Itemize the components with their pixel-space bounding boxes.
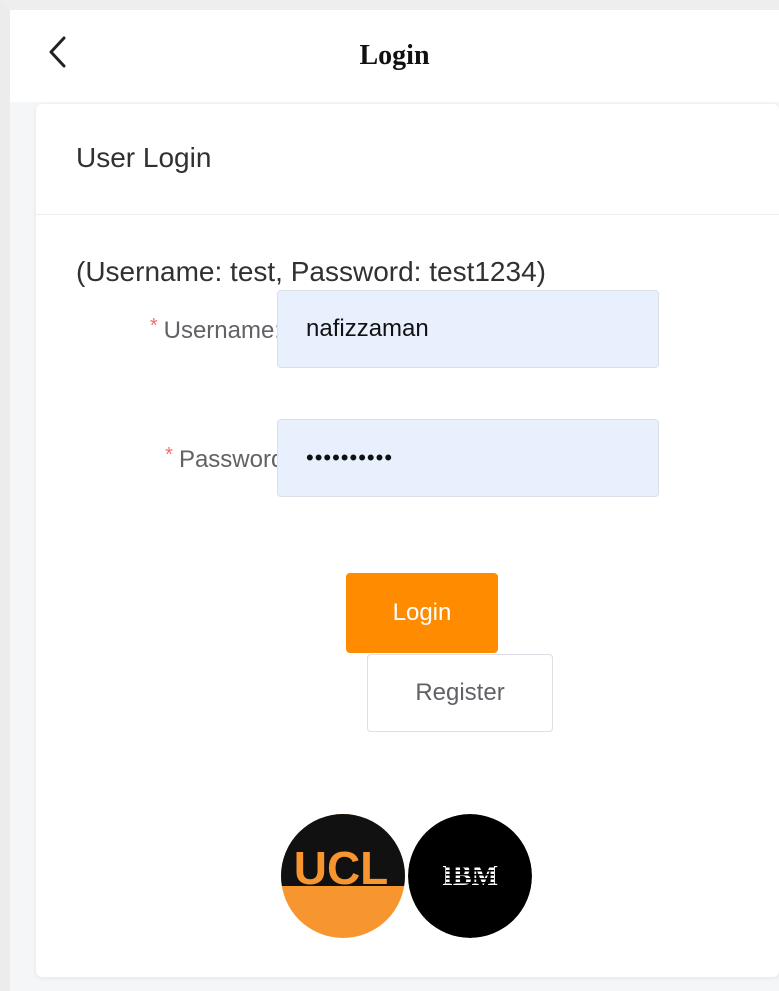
- card-header: User Login: [36, 104, 779, 215]
- login-screen: Login User Login (Username: test, Passwo…: [0, 0, 779, 991]
- ucl-logo: UCL: [281, 814, 405, 938]
- page-title: Login: [359, 40, 430, 71]
- login-card: User Login (Username: test, Password: te…: [36, 104, 779, 977]
- password-input[interactable]: [277, 419, 659, 497]
- username-label: * Username:: [150, 315, 281, 345]
- password-label: * Password:: [165, 444, 291, 474]
- username-label-text: Username:: [163, 317, 281, 344]
- required-mark: *: [149, 315, 158, 337]
- card-title: User Login: [76, 142, 212, 173]
- ibm-logo-graphic: IBM: [408, 814, 532, 938]
- ucl-logo-text: UCL: [294, 842, 389, 894]
- username-input[interactable]: [277, 290, 659, 368]
- ucl-logo-graphic: UCL: [281, 814, 405, 938]
- ibm-logo-text: IBM: [442, 861, 498, 892]
- password-row: * Password:: [36, 419, 779, 499]
- ibm-logo: IBM: [408, 814, 532, 938]
- login-button[interactable]: Login: [346, 573, 498, 653]
- register-button[interactable]: Register: [367, 654, 553, 732]
- required-mark: *: [165, 444, 173, 466]
- password-label-text: Password:: [178, 446, 291, 473]
- credentials-hint: (Username: test, Password: test1234): [76, 256, 546, 287]
- username-row: * Username:: [36, 290, 779, 370]
- app-header: Login: [10, 10, 779, 102]
